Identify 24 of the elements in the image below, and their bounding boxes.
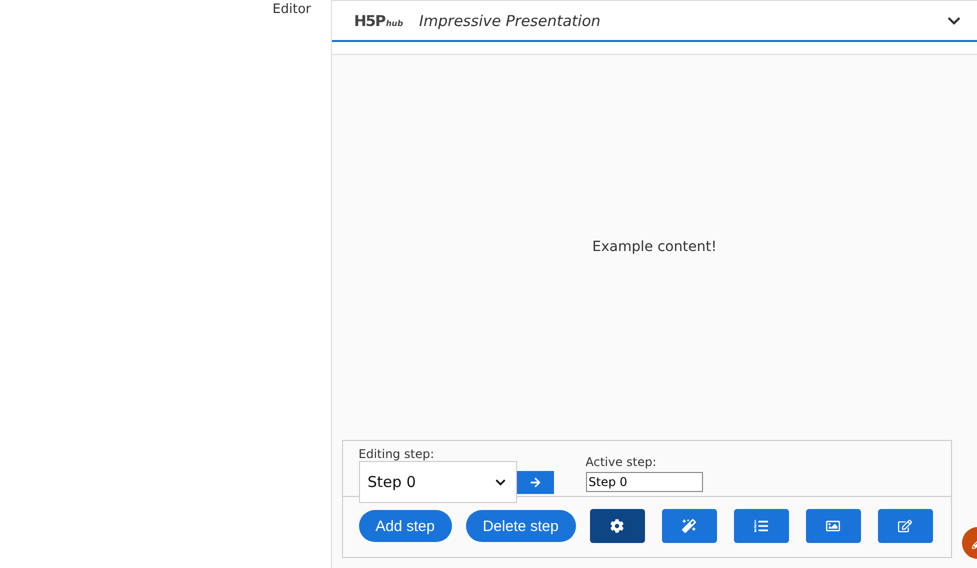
logo: H5Phub xyxy=(354,12,404,30)
field-label: Editing step: xyxy=(358,447,436,461)
edit-icon xyxy=(898,519,912,533)
content-title: Impressive Presentation xyxy=(419,12,602,30)
content-type-header[interactable]: H5Phub Impressive Presentation xyxy=(332,0,977,42)
input-field[interactable]: Step 0 xyxy=(586,472,702,492)
edit-button[interactable] xyxy=(878,509,933,543)
settings-button[interactable] xyxy=(590,509,645,543)
chevron-icon xyxy=(494,476,506,488)
numbered-list-icon xyxy=(754,519,768,533)
step-select[interactable]: Step 0 xyxy=(358,461,516,503)
settings-icon xyxy=(610,519,624,533)
list-button[interactable] xyxy=(734,509,789,543)
content-text: Example content! xyxy=(592,239,717,257)
wand-icon xyxy=(682,519,696,533)
action-button[interactable]: Add step xyxy=(358,510,452,542)
go-button[interactable] xyxy=(516,470,554,494)
arrow-icon xyxy=(530,476,540,488)
field-label: Active step: xyxy=(586,455,658,469)
field-label: Editor xyxy=(272,2,311,18)
image-icon xyxy=(826,519,840,533)
magic-button[interactable] xyxy=(662,509,717,543)
action-button[interactable]: Delete step xyxy=(466,510,576,542)
image-button[interactable] xyxy=(806,509,861,543)
